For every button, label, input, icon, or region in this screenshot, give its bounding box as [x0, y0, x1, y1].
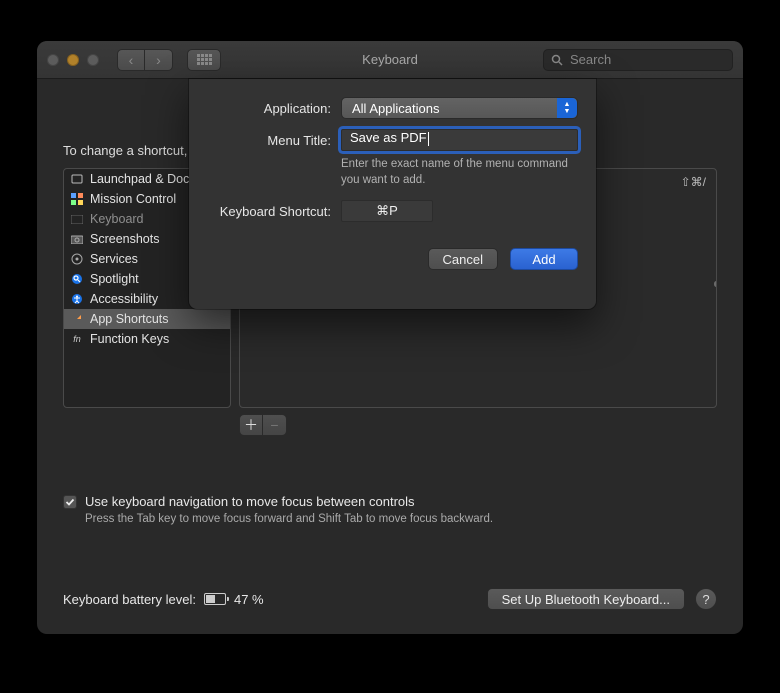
- sidebar-item-label: Mission Control: [90, 192, 176, 206]
- accessibility-icon: [70, 292, 84, 306]
- bluetooth-keyboard-button[interactable]: Set Up Bluetooth Keyboard...: [487, 588, 685, 610]
- minimize-window-button[interactable]: [67, 54, 79, 66]
- keyboard-shortcut-input[interactable]: ⌘P: [341, 200, 433, 222]
- menu-title-hint: Enter the exact name of the menu command…: [341, 157, 578, 188]
- menu-title-value: Save as PDF: [350, 130, 427, 145]
- sidebar-item-function-keys[interactable]: fn Function Keys: [64, 329, 230, 349]
- battery-icon: [204, 593, 226, 605]
- window-controls: [47, 54, 99, 66]
- add-button[interactable]: Add: [510, 248, 578, 270]
- add-shortcut-sheet: Application: All Applications ▲▼ Menu Ti…: [189, 79, 596, 309]
- keyboard-shortcut-value: ⌘P: [376, 203, 398, 219]
- application-label: Application:: [207, 101, 331, 116]
- keyboard-nav-checkbox-row: Use keyboard navigation to move focus be…: [63, 494, 717, 509]
- mission-control-icon: [70, 192, 84, 206]
- battery-status: Keyboard battery level: 47 %: [63, 592, 264, 607]
- sidebar-item-label: Keyboard: [90, 212, 144, 226]
- titlebar: ‹ › Keyboard: [37, 41, 743, 79]
- cancel-button[interactable]: Cancel: [428, 248, 498, 270]
- keyboard-nav-hint: Press the Tab key to move focus forward …: [85, 513, 717, 525]
- spotlight-icon: [70, 272, 84, 286]
- keyboard-shortcut-label: Keyboard Shortcut:: [207, 204, 331, 219]
- add-remove-buttons: ＋ −: [239, 414, 717, 436]
- sidebar-item-app-shortcuts[interactable]: App Shortcuts: [64, 309, 230, 329]
- battery-value: 47 %: [234, 592, 264, 607]
- nav-back-forward: ‹ ›: [117, 49, 173, 71]
- sidebar-item-label: Launchpad & Dock: [90, 172, 196, 186]
- application-select-value: All Applications: [352, 101, 439, 116]
- launchpad-icon: [70, 172, 84, 186]
- sidebar-item-label: Services: [90, 252, 138, 266]
- battery-label: Keyboard battery level:: [63, 592, 196, 607]
- help-icon: ?: [702, 592, 709, 607]
- sidebar-item-label: Spotlight: [90, 272, 139, 286]
- keyboard-nav-checkbox[interactable]: [63, 495, 77, 509]
- application-select[interactable]: All Applications ▲▼: [341, 97, 578, 119]
- zoom-window-button[interactable]: [87, 54, 99, 66]
- keyboard-nav-label: Use keyboard navigation to move focus be…: [85, 494, 415, 509]
- screenshots-icon: [70, 232, 84, 246]
- close-window-button[interactable]: [47, 54, 59, 66]
- select-stepper-icon: ▲▼: [557, 98, 577, 118]
- grid-icon: [197, 54, 212, 65]
- show-all-prefs-button[interactable]: [187, 49, 221, 71]
- check-icon: [65, 497, 75, 507]
- search-input[interactable]: [543, 49, 733, 71]
- menu-title-input[interactable]: Save as PDF: [341, 129, 578, 151]
- shortcut-key-combo: ⇧⌘/: [681, 175, 706, 189]
- nav-forward-button[interactable]: ›: [145, 49, 173, 71]
- preferences-window: ‹ › Keyboard To change a shortcut, selec…: [37, 41, 743, 634]
- chevron-left-icon: ‹: [129, 52, 134, 68]
- remove-shortcut-button[interactable]: −: [263, 414, 287, 436]
- nav-back-button[interactable]: ‹: [117, 49, 145, 71]
- search-icon: [551, 54, 563, 66]
- services-icon: [70, 252, 84, 266]
- sidebar-item-label: Function Keys: [90, 332, 169, 346]
- add-shortcut-button[interactable]: ＋: [239, 414, 263, 436]
- keyboard-icon: [70, 212, 84, 226]
- app-shortcuts-icon: [70, 312, 84, 326]
- menu-title-label: Menu Title:: [207, 133, 331, 148]
- footer: Keyboard battery level: 47 % Set Up Blue…: [63, 588, 717, 610]
- function-keys-icon: fn: [70, 332, 84, 346]
- sidebar-item-label: Screenshots: [90, 232, 159, 246]
- chevron-right-icon: ›: [156, 52, 161, 68]
- sidebar-item-label: Accessibility: [90, 292, 158, 306]
- sidebar-item-label: App Shortcuts: [90, 312, 169, 326]
- help-button[interactable]: ?: [695, 588, 717, 610]
